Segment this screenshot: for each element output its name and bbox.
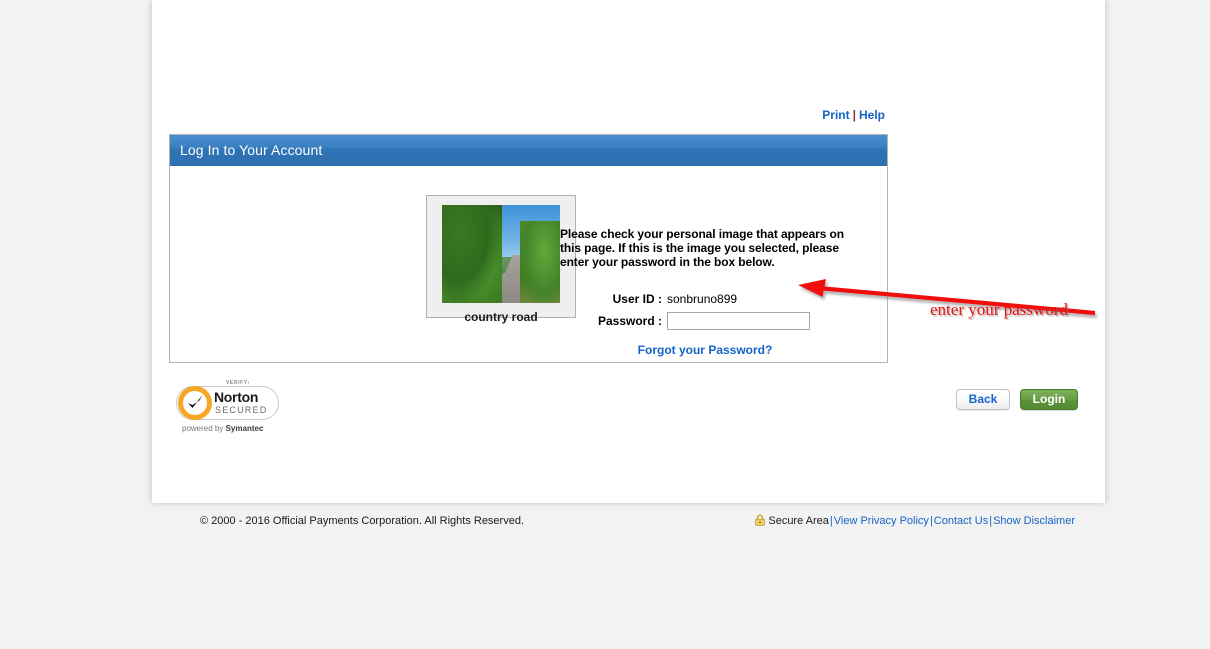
user-id-label: User ID : (612, 291, 662, 306)
symantec-label: Symantec (225, 424, 264, 433)
footer-copyright: © 2000 - 2016 Official Payments Corporat… (200, 515, 525, 527)
personal-image-caption: country road (464, 310, 538, 324)
page-container: Print | Help Log In to Your Account coun… (152, 0, 1105, 503)
personal-image-thumbnail (442, 205, 560, 303)
footer-links: Secure Area|View Privacy Policy|Contact … (755, 514, 1075, 529)
norton-checkmark-icon (178, 386, 212, 420)
view-privacy-policy-link[interactable]: View Privacy Policy (834, 515, 929, 527)
powered-prefix: powered by (182, 424, 226, 433)
password-input[interactable] (667, 312, 810, 330)
action-buttons: Back Login (956, 389, 1078, 410)
personal-image-box: country road (426, 195, 576, 324)
photo-tree-left (442, 205, 502, 303)
login-panel-body: country road Please check your personal … (170, 166, 887, 362)
photo-tree-right (520, 221, 560, 303)
padlock-icon (755, 514, 766, 529)
user-id-value: sonbruno899 (667, 291, 738, 306)
help-link[interactable]: Help (859, 108, 885, 122)
back-button[interactable]: Back (956, 389, 1010, 410)
contact-us-link[interactable]: Contact Us (934, 515, 988, 527)
norton-secured-label: SECURED (215, 405, 268, 415)
page-root: Print | Help Log In to Your Account coun… (0, 0, 1210, 649)
login-panel-title: Log In to Your Account (170, 135, 887, 166)
print-link[interactable]: Print (822, 108, 849, 122)
password-label: Password : (597, 314, 662, 328)
login-button[interactable]: Login (1020, 389, 1078, 410)
norton-secured-badge: VERIFY› Norton SECURED powered by Symant… (176, 380, 282, 438)
login-panel: Log In to Your Account country road Plea… (169, 134, 888, 363)
utility-links: Print | Help (152, 108, 885, 122)
show-disclaimer-link[interactable]: Show Disclaimer (993, 515, 1075, 527)
user-id-row: User ID : sonbruno899 (560, 290, 860, 308)
norton-check-inner (183, 391, 207, 415)
norton-brand-label: Norton (214, 389, 259, 405)
forgot-password-row: Forgot your Password? (560, 343, 850, 357)
credentials-group: User ID : sonbruno899 Password : (560, 290, 860, 334)
checkmark-icon (188, 395, 202, 408)
password-row: Password : (560, 312, 860, 330)
page-footer: © 2000 - 2016 Official Payments Corporat… (152, 512, 1105, 534)
instruction-text: Please check your personal image that ap… (560, 227, 844, 269)
norton-powered-by: powered by Symantec (182, 424, 263, 433)
utility-separator: | (852, 108, 856, 122)
forgot-password-link[interactable]: Forgot your Password? (638, 343, 773, 357)
padlock-glyph (755, 514, 766, 526)
secure-area-label: Secure Area (768, 515, 829, 527)
